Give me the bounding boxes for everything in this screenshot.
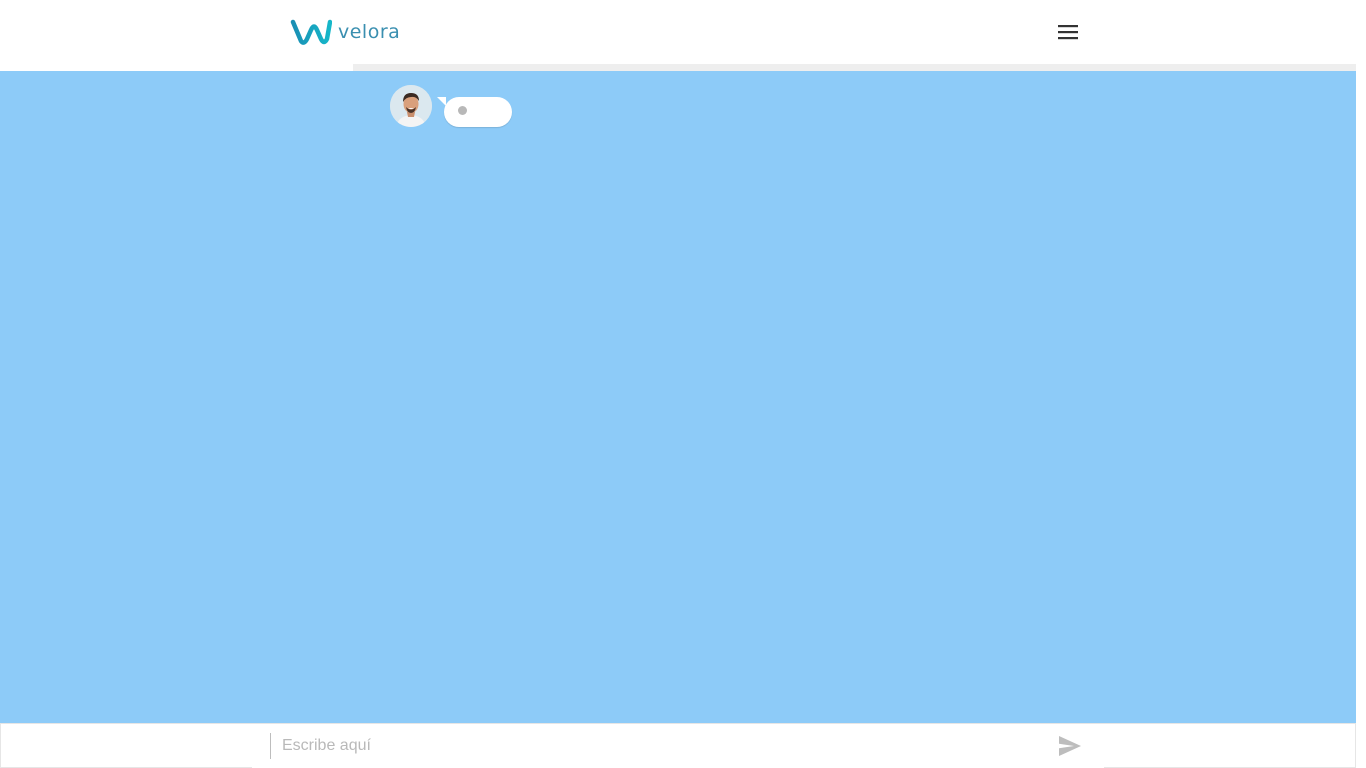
hamburger-menu-icon [1058,25,1078,40]
brand-name: velora [338,21,401,43]
agent-avatar [390,85,432,127]
send-button[interactable] [1057,734,1083,758]
send-icon [1059,736,1081,756]
typing-indicator-bubble [444,97,512,127]
chat-area[interactable] [0,71,1356,723]
page-scrollbar[interactable] [1356,0,1366,768]
header-divider [353,64,1356,71]
person-avatar-icon [390,85,432,127]
menu-button[interactable] [1055,19,1081,45]
brand-logo[interactable]: velora [290,18,400,46]
composer-divider [270,733,271,759]
typing-dot [458,106,467,115]
message-composer [252,724,1104,768]
brand-wave-icon [290,19,332,45]
top-header: velora [0,0,1356,64]
message-input[interactable] [282,732,1042,760]
